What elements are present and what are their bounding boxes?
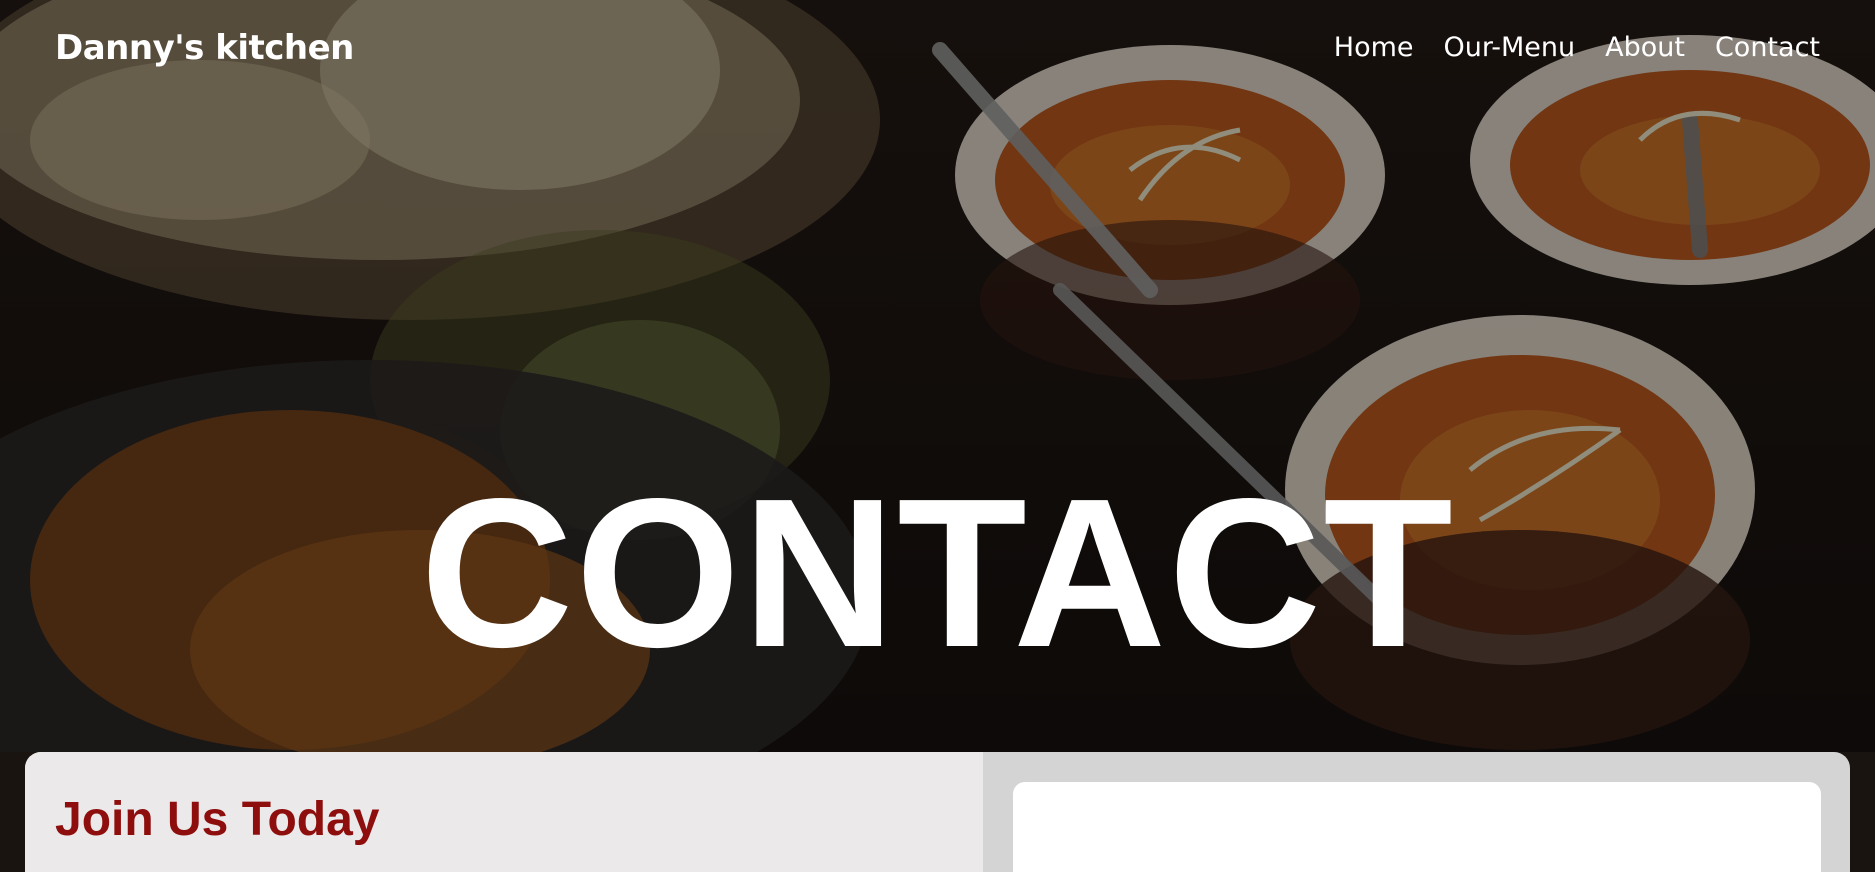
contact-panel: Join Us Today bbox=[25, 752, 1850, 872]
nav-link-contact[interactable]: Contact bbox=[1715, 32, 1820, 63]
nav-link-our-menu[interactable]: Our-Menu bbox=[1444, 32, 1576, 63]
join-title: Join Us Today bbox=[55, 793, 380, 846]
contact-form-card bbox=[1013, 782, 1821, 872]
hero-title: CONTACT bbox=[420, 454, 1455, 692]
brand-logo[interactable]: Danny's kitchen bbox=[55, 28, 354, 68]
nav-link-home[interactable]: Home bbox=[1334, 32, 1414, 63]
hero-section: Danny's kitchen Home Our-Menu About Cont… bbox=[0, 0, 1875, 752]
join-section: Join Us Today bbox=[25, 752, 983, 872]
nav-links: Home Our-Menu About Contact bbox=[1334, 32, 1820, 63]
nav-link-about[interactable]: About bbox=[1605, 32, 1685, 63]
navbar: Danny's kitchen Home Our-Menu About Cont… bbox=[0, 0, 1875, 100]
